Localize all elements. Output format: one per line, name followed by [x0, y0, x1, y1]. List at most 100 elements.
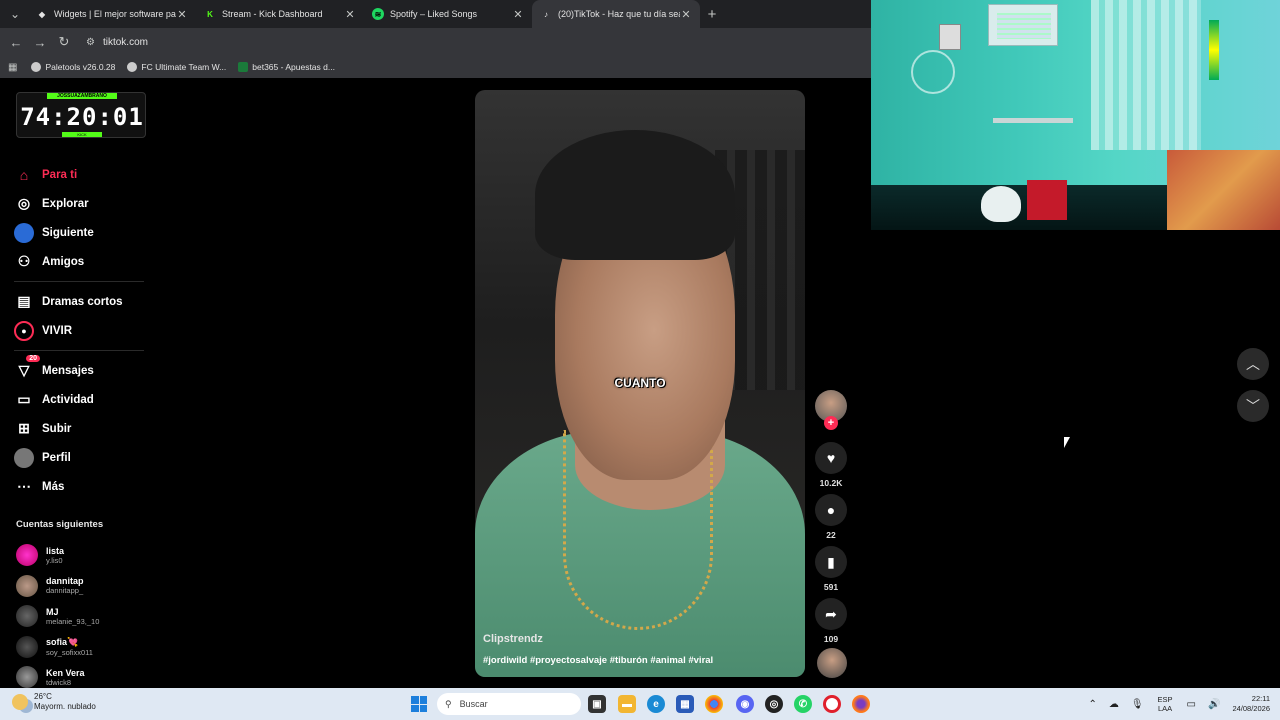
windows-start-icon[interactable]	[411, 696, 427, 712]
forward-arrow-icon[interactable]: →	[28, 35, 52, 50]
taskbar-clock[interactable]: 22:11 24/08/2026	[1232, 694, 1270, 714]
heart-icon: ♥	[815, 442, 847, 474]
divider	[14, 281, 144, 282]
timer-top-label: JOSSUAZAMBRANO	[47, 93, 117, 99]
bookmark-paletools[interactable]: Paletools v26.0.28	[31, 62, 115, 72]
edge-icon[interactable]: e	[647, 695, 665, 713]
tab-search-button[interactable]: ⌄	[2, 4, 28, 24]
timer-value: 74:20:01	[20, 103, 144, 131]
language-indicator[interactable]: ESP LAA	[1158, 695, 1173, 713]
sidebar-item-actividad[interactable]: ▭ Actividad	[14, 385, 154, 414]
video-subject-hair	[535, 130, 735, 260]
opera-icon[interactable]	[823, 695, 841, 713]
account-name: Ken Vera	[46, 667, 85, 678]
weather-widget[interactable]: 26°C Mayorm. nublado	[12, 692, 96, 712]
close-icon[interactable]: ✕	[344, 8, 356, 21]
webcam-cat-figure	[981, 186, 1021, 222]
save-button[interactable]: ▮ 591	[815, 546, 847, 592]
video-author[interactable]: Clipstrendz	[483, 633, 543, 645]
sidebar-item-siguiente[interactable]: Siguiente	[14, 218, 154, 247]
messages-icon: ▽ 20	[14, 354, 40, 381]
following-list: lista y.lis0 dannitap dannitapp_ MJ melanie…	[16, 540, 156, 693]
chevron-up-icon[interactable]: ⌃	[1088, 699, 1096, 710]
tab-widgets[interactable]: ◆ Widgets | El mejor software pa ✕	[28, 0, 196, 28]
following-account[interactable]: sofia💘 soy_sofixx011	[16, 632, 156, 663]
activity-icon: ▭	[17, 391, 31, 407]
bookmark-bet365[interactable]: bet365 - Apuestas d...	[238, 62, 335, 72]
video-player[interactable]: CUANTO Clipstrendz #jordiwild #proyectos…	[475, 90, 805, 677]
save-count: 591	[823, 582, 839, 592]
url-text: tiktok.com	[102, 36, 148, 48]
sidebar-nav: ⌂ Para ti ◎ Explorar Siguiente ⚇ Amigos …	[14, 160, 154, 501]
tab-kick-dashboard[interactable]: K Stream - Kick Dashboard ✕	[196, 0, 364, 28]
live-icon: ●	[14, 320, 34, 341]
account-name: MJ	[46, 606, 59, 617]
url-field[interactable]: ⚙ tiktok.com	[86, 37, 148, 48]
obs-icon[interactable]: ◎	[765, 695, 783, 713]
previous-video-button[interactable]: ︿	[1237, 348, 1269, 380]
close-icon[interactable]: ✕	[680, 8, 692, 21]
sidebar-item-perfil[interactable]: Perfil	[14, 443, 154, 472]
clock-date: 24/08/2026	[1232, 704, 1270, 713]
like-button[interactable]: ♥ 10.2K	[815, 442, 847, 488]
stream-timer-overlay: JOSSUAZAMBRANO 74:20:01 KICK	[16, 92, 146, 138]
sidebar-item-para-ti[interactable]: ⌂ Para ti	[14, 160, 154, 189]
account-name: lista	[46, 545, 65, 556]
store-icon[interactable]: ▦	[676, 695, 694, 713]
sidebar-item-explorar[interactable]: ◎ Explorar	[14, 189, 154, 218]
network-icon[interactable]: ▭	[1187, 699, 1196, 710]
discord-icon[interactable]: ◉	[736, 695, 754, 713]
following-account[interactable]: MJ melanie_93,_10	[16, 601, 156, 632]
comment-icon: ●	[815, 494, 847, 526]
cloud-icon[interactable]: ☁	[1109, 699, 1119, 710]
bookmark-fc-ultimate[interactable]: FC Ultimate Team W...	[127, 62, 226, 72]
taskbar-search[interactable]: ⚲ Buscar	[437, 693, 581, 715]
webcam-floor	[871, 185, 1171, 230]
share-button[interactable]: ➦ 109	[815, 598, 847, 644]
sidebar-item-vivir[interactable]: ● VIVIR	[14, 316, 154, 345]
tab-title: Stream - Kick Dashboard	[222, 9, 323, 19]
spotify-icon: ≋	[372, 8, 384, 20]
next-video-button[interactable]: ﹀	[1237, 390, 1269, 422]
sidebar-item-amigos[interactable]: ⚇ Amigos	[14, 247, 154, 276]
sidebar-item-mensajes[interactable]: ▽ 20 Mensajes	[14, 354, 154, 385]
new-tab-button[interactable]: +	[700, 6, 724, 23]
sidebar-item-dramas-cortos[interactable]: ▤ Dramas cortos	[14, 287, 154, 316]
mouse-cursor	[1064, 437, 1070, 448]
account-handle: soy_sofixx011	[46, 647, 93, 657]
firefox-icon[interactable]	[852, 695, 870, 713]
close-icon[interactable]: ✕	[512, 8, 524, 21]
tab-tiktok[interactable]: ♪ (20)TikTok - Haz que tu día sea ✕	[532, 0, 700, 28]
following-account[interactable]: lista y.lis0	[16, 540, 156, 571]
site-info-icon[interactable]: ⚙	[86, 37, 95, 48]
webcam-overlay	[871, 0, 1280, 230]
following-section-title: Cuentas siguientes	[16, 519, 104, 530]
following-account[interactable]: dannitap dannitapp_	[16, 571, 156, 602]
sidebar-item-mas[interactable]: ⋯ Más	[14, 472, 154, 501]
sidebar-item-label: Explorar	[42, 197, 89, 210]
following-icon	[14, 222, 34, 243]
chrome-icon[interactable]	[705, 695, 723, 713]
file-explorer-icon[interactable]: ▬	[618, 695, 636, 713]
follow-plus-icon[interactable]: +	[824, 416, 838, 430]
apps-grid-icon[interactable]: ▦	[8, 62, 17, 73]
close-icon[interactable]: ✕	[176, 8, 188, 21]
tab-spotify[interactable]: ≋ Spotify – Liked Songs ✕	[364, 0, 532, 28]
music-disc-avatar[interactable]	[817, 648, 847, 678]
tab-title: Spotify – Liked Songs	[390, 9, 478, 19]
reload-icon[interactable]: ↻	[52, 34, 76, 50]
creator-avatar[interactable]: +	[815, 390, 847, 430]
timer-bottom-label: KICK	[62, 132, 102, 137]
sidebar-item-subir[interactable]: ⊞ Subir	[14, 414, 154, 443]
video-hashtags[interactable]: #jordiwild #proyectosalvaje #tiburón #an…	[483, 655, 713, 666]
webcam-air-conditioner	[988, 4, 1058, 46]
whatsapp-icon[interactable]: ✆	[794, 695, 812, 713]
avatar	[16, 605, 38, 628]
temperature: 26°C	[34, 692, 52, 701]
microphone-icon[interactable]: 🎙	[1131, 699, 1144, 710]
back-arrow-icon[interactable]: ←	[4, 35, 28, 50]
volume-icon[interactable]: 🔊	[1208, 699, 1220, 710]
comment-button[interactable]: ● 22	[815, 494, 847, 540]
task-view-icon[interactable]: ▣	[588, 695, 606, 713]
account-handle: y.lis0	[46, 555, 63, 565]
